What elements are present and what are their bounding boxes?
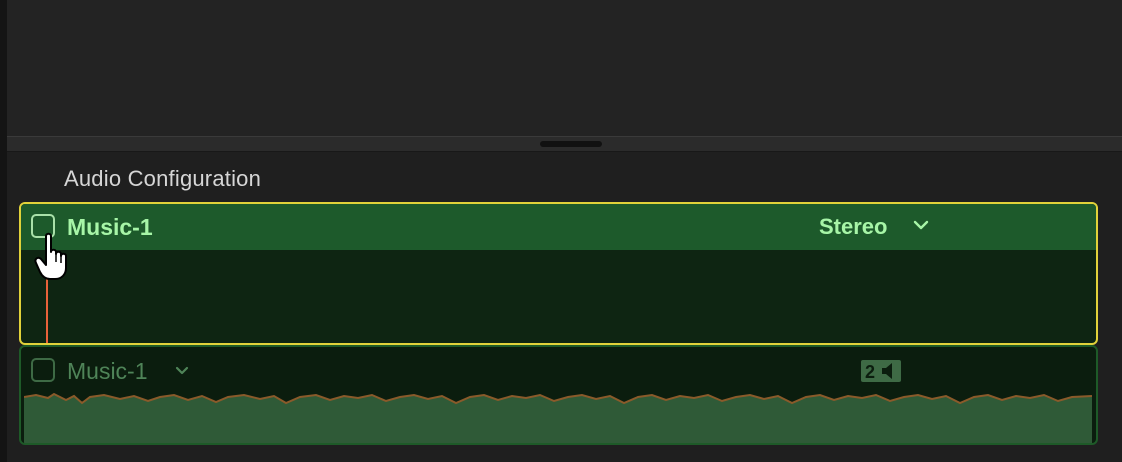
audio-clip-row[interactable]: Music-1 2 — [19, 345, 1098, 445]
audio-component-row[interactable]: Music-1 Stereo — [19, 202, 1098, 345]
divider-drag-handle[interactable] — [540, 141, 602, 147]
chevron-down-icon[interactable] — [912, 216, 930, 234]
audio-waveform[interactable] — [24, 391, 1092, 443]
viewer-pane — [7, 0, 1122, 136]
channel-config-popup[interactable]: Stereo — [819, 214, 887, 240]
section-title: Audio Configuration — [64, 166, 262, 191]
pane-divider[interactable] — [7, 136, 1122, 152]
speaker-channel-badge: 2 — [861, 360, 901, 382]
pointing-hand-cursor-icon — [34, 232, 67, 280]
channel-count: 2 — [865, 362, 875, 382]
clip-name: Music-1 — [67, 358, 148, 384]
clip-enable-checkbox[interactable] — [31, 358, 55, 382]
component-header[interactable]: Music-1 Stereo — [21, 204, 1096, 250]
left-edge-strip — [0, 0, 7, 462]
chevron-down-icon[interactable] — [174, 363, 190, 379]
